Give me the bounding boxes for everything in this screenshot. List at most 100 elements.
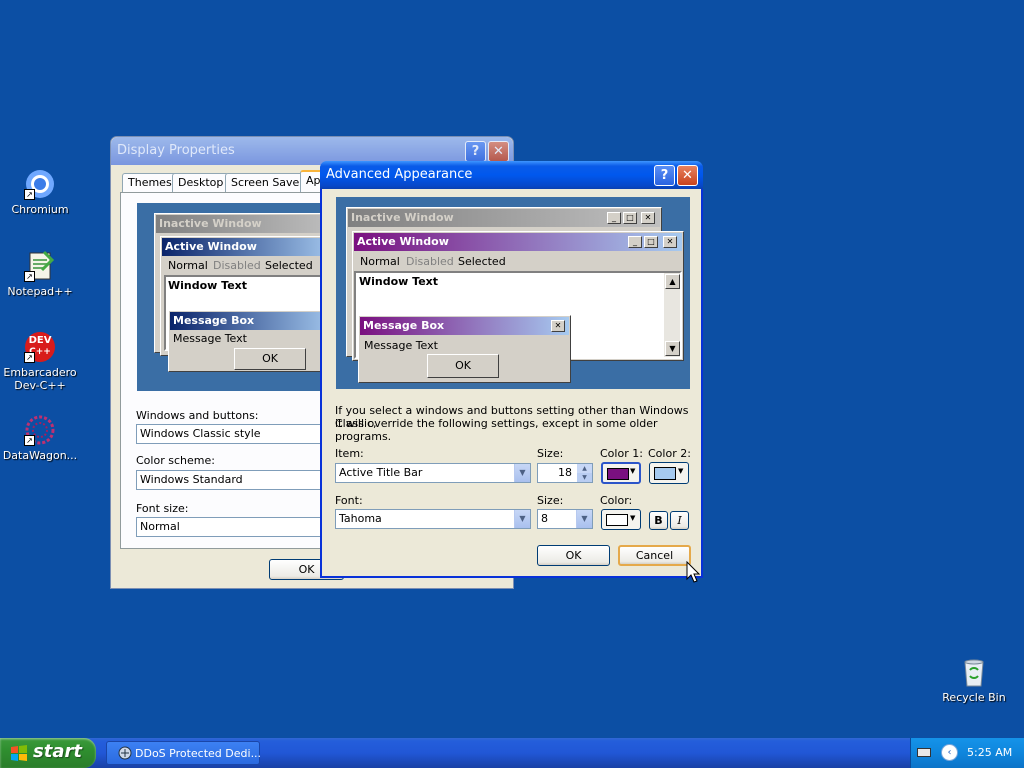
preview-window-text: Window Text (168, 279, 248, 292)
preview-active-title-text: Active Window (357, 235, 449, 248)
desktop-icon-label: Chromium (11, 203, 69, 216)
keyboard-icon[interactable] (917, 748, 931, 757)
item-size-label: Size: (537, 447, 564, 460)
shortcut-arrow-icon: ↗ (24, 352, 35, 363)
preview-menu-selected: Selected (265, 259, 313, 272)
desktop-icon-datawagon[interactable]: ↗ DataWagon... (0, 414, 80, 462)
tab-screen-saver[interactable]: Screen Saver (225, 173, 310, 192)
desktop-icon-recycle-bin[interactable]: Recycle Bin (934, 656, 1014, 704)
color1-label: Color 1: (600, 447, 643, 460)
bold-button[interactable]: B (649, 511, 668, 530)
preview-inactive-title: Inactive Window (156, 215, 337, 233)
close-button[interactable]: ✕ (677, 165, 698, 186)
desktop-icon-label-line2: Dev-C++ (14, 379, 66, 392)
preview-ok-button: OK (234, 348, 306, 370)
preview-scroll-down-icon: ▼ (665, 341, 680, 356)
preview-inactive-title-text: Inactive Window (351, 211, 454, 224)
desktop-icon-label: Recycle Bin (942, 691, 1006, 704)
font-label: Font: (335, 494, 363, 507)
windows-logo-icon (10, 745, 28, 764)
advanced-preview: Inactive Window _ □ ✕ Active Window _ □ … (336, 197, 690, 389)
font-value: Tahoma (339, 512, 382, 525)
color-scheme-label: Color scheme: (136, 454, 215, 467)
italic-button[interactable]: I (670, 511, 689, 530)
font-size-label: Font size: (136, 502, 189, 515)
item-label: Item: (335, 447, 364, 460)
shortcut-arrow-icon: ↗ (24, 435, 35, 446)
advanced-appearance-titlebar[interactable]: Advanced Appearance ? ✕ (320, 161, 703, 189)
chromium-icon: ↗ (24, 168, 56, 200)
spinner-down-icon[interactable]: ▼ (577, 473, 592, 482)
windows-buttons-value: Windows Classic style (140, 427, 261, 440)
devcpp-icon: DEV C++ ↗ (24, 331, 56, 363)
ok-button[interactable]: OK (537, 545, 610, 566)
desktop-icon-chromium[interactable]: ↗ Chromium (0, 168, 80, 216)
spinner-up-icon[interactable]: ▲ (577, 464, 592, 473)
show-hidden-icons-button[interactable]: ‹ (941, 744, 958, 761)
color2-label: Color 2: (648, 447, 691, 460)
font-color-swatch (606, 514, 628, 526)
item-value: Active Title Bar (339, 466, 423, 479)
preview-close-icon: ✕ (641, 212, 655, 224)
font-select[interactable]: Tahoma ▼ (335, 509, 531, 529)
preview-ok-button: OK (427, 354, 499, 378)
shortcut-arrow-icon: ↗ (24, 271, 35, 282)
color2-button[interactable]: ▼ (649, 462, 689, 484)
font-size-value: 8 (541, 512, 548, 525)
tab-themes[interactable]: Themes (122, 173, 178, 192)
mouse-cursor-icon (686, 560, 701, 586)
notepadpp-icon: ↗ (24, 250, 56, 282)
preview-msgbox-title: Message Box (170, 312, 337, 330)
preview-minimize-icon: _ (607, 212, 621, 224)
font-size-label: Size: (537, 494, 564, 507)
close-button[interactable]: ✕ (488, 141, 509, 162)
desktop-icon-label: DataWagon... (2, 449, 78, 462)
info-text-line2: it will override the following settings,… (335, 417, 658, 443)
preview-close-icon: ✕ (663, 236, 677, 248)
font-size-value: Normal (140, 520, 180, 533)
clock: 5:25 AM (967, 746, 1013, 759)
chevron-down-icon[interactable]: ▼ (514, 510, 530, 528)
window-title: Advanced Appearance (326, 167, 473, 182)
appearance-preview: Inactive Window Active Window Normal Dis… (137, 203, 337, 391)
desktop-icon-devcpp[interactable]: DEV C++ ↗ Embarcadero Dev-C++ (0, 331, 80, 392)
chevron-down-icon[interactable]: ▼ (576, 510, 592, 528)
font-size-select[interactable]: 8 ▼ (537, 509, 593, 529)
preview-window-text: Window Text (359, 275, 439, 288)
item-select[interactable]: Active Title Bar ▼ (335, 463, 531, 483)
chevron-down-icon: ▼ (678, 467, 684, 475)
item-size-spinner[interactable]: 18 ▲ ▼ (537, 463, 593, 483)
windows-buttons-label: Windows and buttons: (136, 409, 259, 422)
cancel-button[interactable]: Cancel (618, 545, 691, 566)
preview-maximize-icon: □ (623, 212, 637, 224)
help-button[interactable]: ? (654, 165, 675, 186)
devcpp-icon-text: DEV (28, 335, 52, 346)
preview-menu-disabled: Disabled (406, 255, 454, 268)
preview-msgbox-text: Message Text (364, 339, 438, 352)
preview-minimize-icon: _ (628, 236, 642, 248)
color1-button[interactable]: ▼ (601, 462, 641, 484)
app-icon (118, 746, 132, 760)
font-color-button[interactable]: ▼ (601, 509, 641, 530)
desktop-icon-notepadpp[interactable]: ↗ Notepad++ (0, 250, 80, 298)
start-label: start (33, 741, 82, 762)
preview-msgbox-title: Message Box (360, 317, 569, 335)
taskbar-item[interactable]: DDoS Protected Dedi... (106, 741, 261, 765)
recycle-bin-icon (958, 656, 990, 688)
chevron-down-icon: ▼ (630, 514, 636, 522)
color1-swatch (607, 468, 629, 480)
datawagon-icon: ↗ (24, 414, 56, 446)
system-tray: ‹ 5:25 AM (910, 738, 1024, 768)
chevron-down-icon: ▼ (630, 467, 636, 475)
preview-msgbox-title-text: Message Box (363, 319, 445, 332)
preview-menu-disabled: Disabled (213, 259, 261, 272)
chevron-down-icon[interactable]: ▼ (514, 464, 530, 482)
color-scheme-value: Windows Standard (140, 473, 243, 486)
help-button[interactable]: ? (465, 141, 486, 162)
tab-desktop[interactable]: Desktop (172, 173, 230, 192)
shortcut-arrow-icon: ↗ (24, 189, 35, 200)
font-color-label: Color: (600, 494, 633, 507)
start-button[interactable]: start (0, 738, 96, 768)
preview-menu-selected: Selected (458, 255, 506, 268)
preview-maximize-icon: □ (644, 236, 658, 248)
